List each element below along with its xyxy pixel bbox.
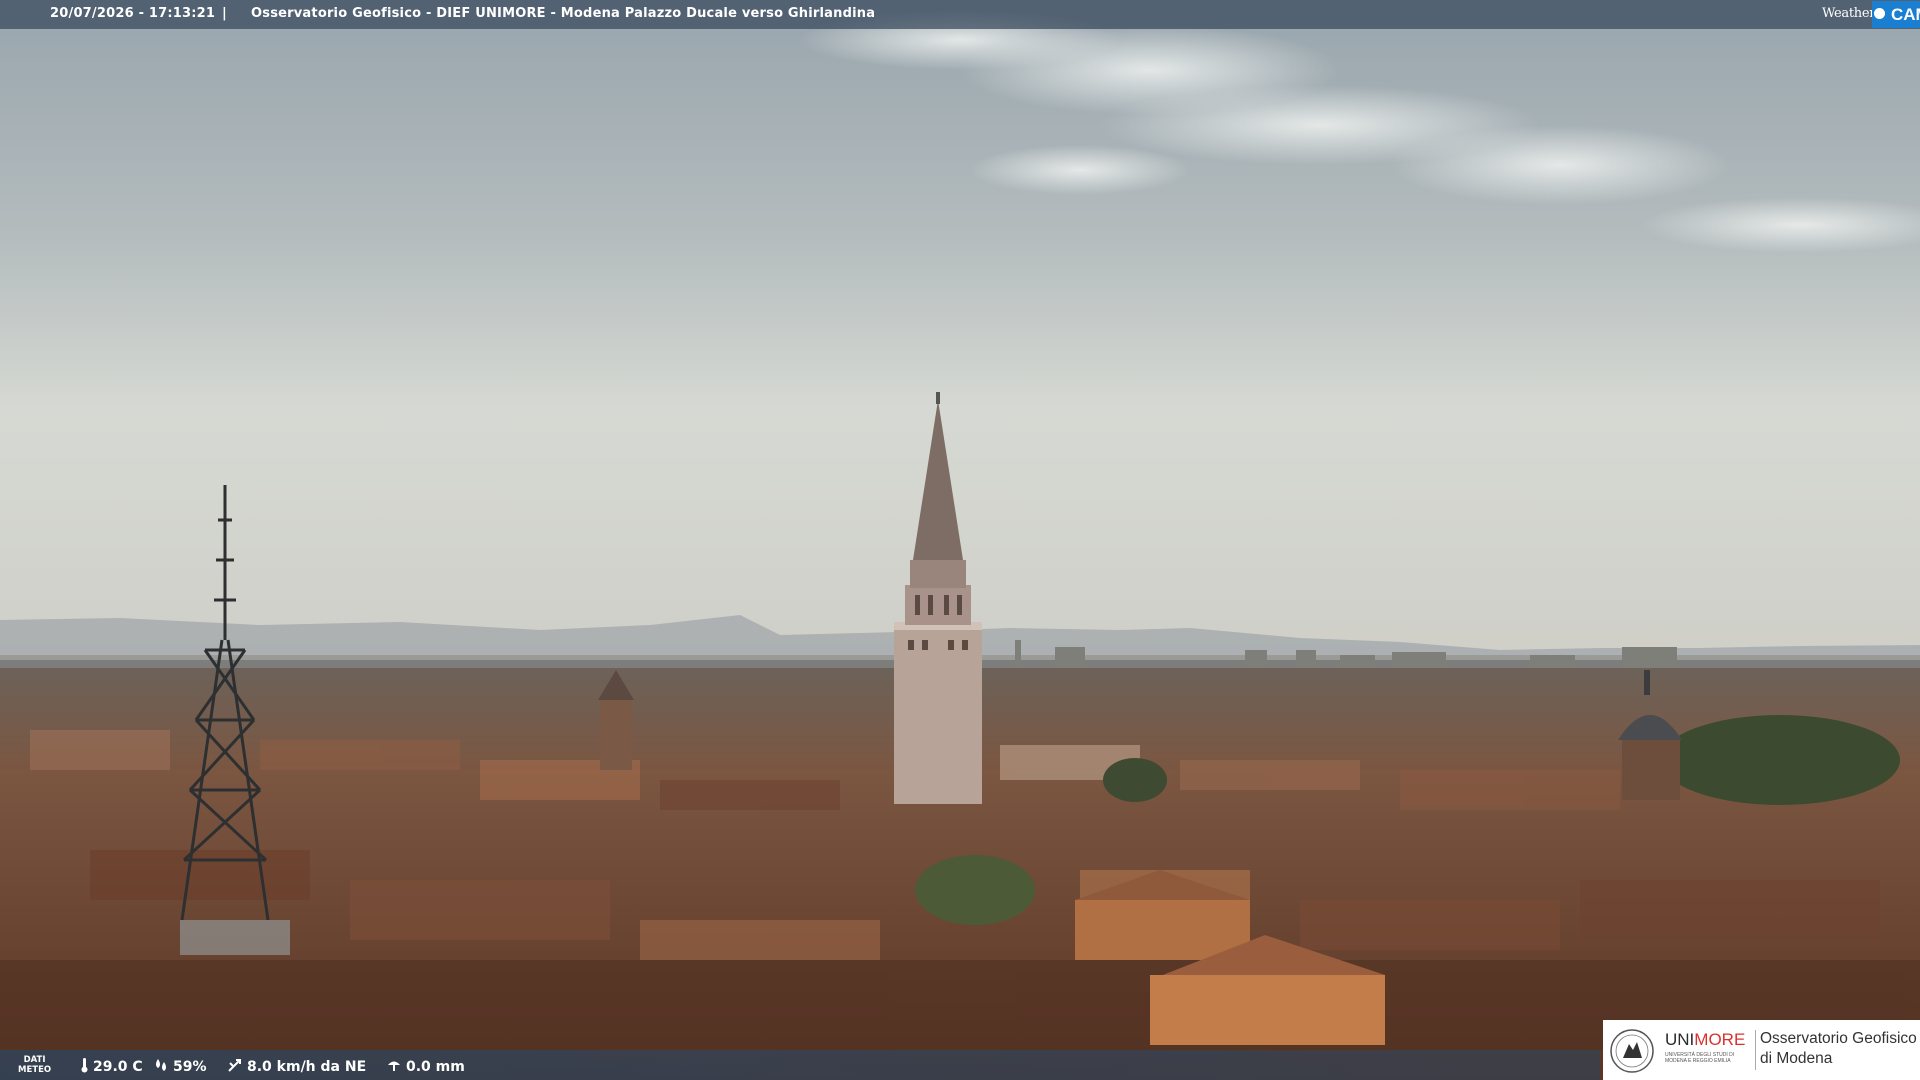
trees-right [1660,715,1900,805]
camera-title: Osservatorio Geofisico - DIEF UNIMORE - … [251,6,876,21]
weathercam-cam-text: CAM [1891,5,1920,24]
observatory-name-line1: Osservatorio Geofisico [1760,1030,1917,1047]
university-seal-icon [1610,1029,1654,1073]
weathercam-logo: Weather CAM [1818,0,1920,29]
weathercam-word: Weather [1822,6,1876,21]
weather-data-bar: DATI METEO 29.0 C 59% 8.0 km/h da NE 0.0… [0,1050,1600,1080]
weather-label-line2: METEO [18,1065,52,1075]
humidity-value: 59% [173,1059,207,1075]
rain-value: 0.0 mm [406,1059,465,1075]
humidity-reading: 59% [153,1057,207,1075]
wind-icon [228,1059,241,1072]
weathercam-dot-icon [1874,8,1885,19]
webcam-frame: 20/07/2026 - 17:13:21 | Osservatorio Geo… [0,0,1920,1080]
wind-value: 8.0 km/h da NE [247,1059,367,1075]
caption-separator: | [222,6,227,21]
wind-reading: 8.0 km/h da NE [227,1057,366,1075]
city-panorama-image [0,0,1920,1080]
temperature-reading: 29.0 C [80,1057,143,1075]
timestamp: 20/07/2026 - 17:13:21 [50,6,216,21]
webcam-caption-bar: 20/07/2026 - 17:13:21 | Osservatorio Geo… [0,0,1920,29]
observatory-name-line2: di Modena [1760,1050,1833,1067]
trees-center [915,855,1035,925]
rain-gauge-icon [388,1061,400,1071]
unimore-wordmark-more: MORE [1694,1030,1746,1049]
logo-divider [1755,1030,1756,1070]
weathercam-cam-badge: CAM [1872,1,1920,28]
thermometer-icon [81,1058,88,1073]
rain-reading: 0.0 mm [386,1057,465,1075]
unimore-wordmark-uni: UNI [1665,1030,1695,1049]
weather-label-line1: DATI [23,1055,46,1065]
temperature-value: 29.0 C [93,1059,143,1075]
unimore-wordmark: UNIMORE [1665,1030,1745,1050]
unimore-logo-panel: UNIMORE UNIVERSITÀ DEGLI STUDI DI MODENA… [1603,1020,1920,1080]
weather-label: DATI METEO [18,1055,51,1075]
humidity-drops-icon [156,1059,166,1071]
unimore-subtitle: UNIVERSITÀ DEGLI STUDI DI MODENA E REGGI… [1665,1052,1735,1064]
